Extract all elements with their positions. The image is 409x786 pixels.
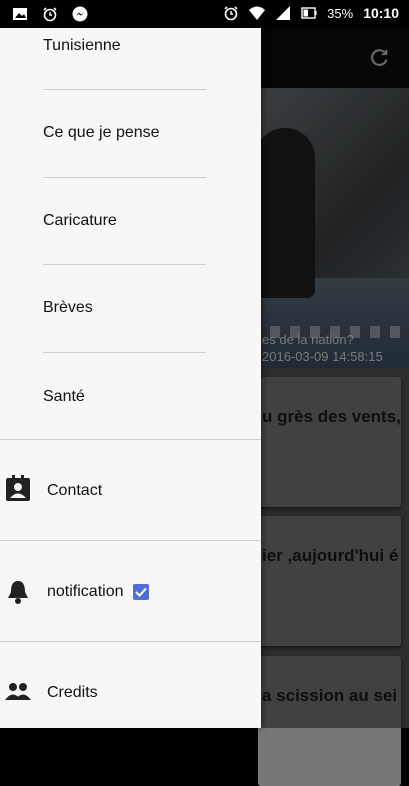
drawer-item-contact[interactable]: Contact — [47, 482, 102, 500]
divider — [43, 177, 206, 178]
clock: 10:10 — [363, 5, 399, 21]
checkmark-icon — [135, 587, 147, 597]
notification-checkbox[interactable] — [133, 584, 149, 600]
drawer-item-credits[interactable]: Credits — [47, 684, 98, 702]
drawer-item-sante[interactable]: Santé — [43, 388, 85, 406]
drawer-item-caricature[interactable]: Caricature — [43, 212, 117, 230]
drawer-item-notification[interactable]: notification — [47, 583, 124, 601]
drawer-item-tunisienne[interactable]: Tunisienne — [43, 37, 121, 55]
people-icon — [5, 683, 31, 700]
drawer-item-breves[interactable]: Brèves — [43, 299, 93, 317]
wifi-icon — [249, 6, 266, 20]
alarm-icon — [43, 7, 57, 22]
signal-icon — [276, 6, 291, 20]
section-divider — [0, 439, 261, 440]
divider — [43, 89, 206, 90]
section-divider — [0, 540, 261, 541]
image-icon — [13, 8, 27, 20]
contact-icon — [6, 475, 30, 501]
alarm-icon — [224, 6, 238, 21]
messenger-icon — [72, 6, 88, 22]
divider — [43, 352, 206, 353]
section-divider — [0, 641, 261, 642]
status-bar: 35% 10:10 — [0, 0, 409, 28]
drawer-item-ce-que-je-pense[interactable]: Ce que je pense — [43, 124, 160, 142]
battery-percent: 35% — [327, 5, 354, 21]
divider — [43, 264, 206, 265]
navigation-drawer: Tunisienne Ce que je pense Caricature Br… — [0, 28, 261, 728]
battery-icon — [301, 7, 317, 19]
bell-icon — [8, 581, 28, 604]
